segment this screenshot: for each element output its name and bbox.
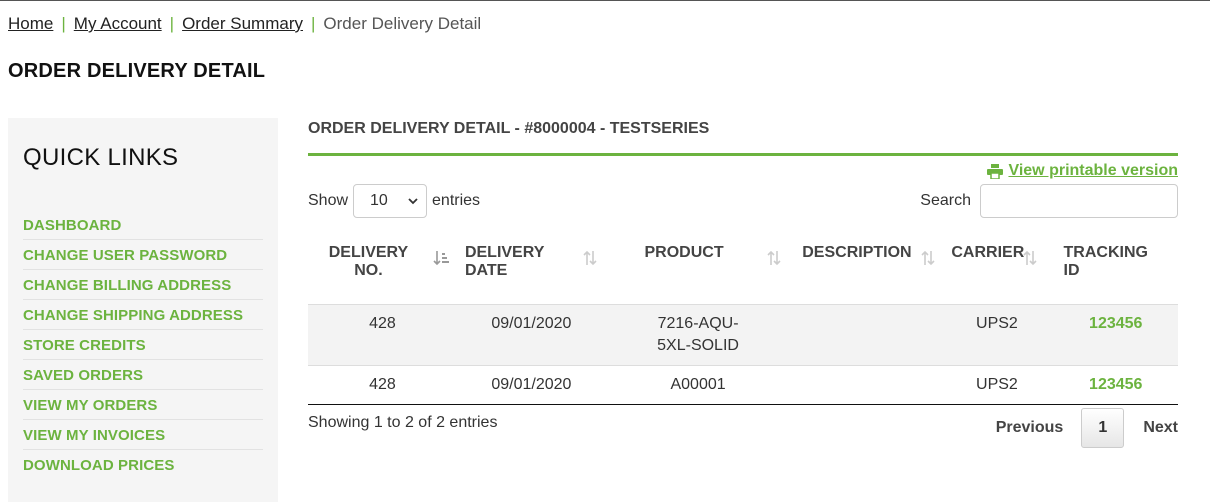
- quick-links-sidebar: QUICK LINKS DASHBOARD CHANGE USER PASSWO…: [8, 118, 278, 502]
- cell-product: 7216-AQU-5XL-SOLID: [605, 303, 791, 365]
- sidebar-item-download-prices: DOWNLOAD PRICES: [23, 450, 263, 480]
- chevron-down-icon: [408, 192, 418, 210]
- table-row: 428 09/01/2020 A00001 UPS2 123456: [308, 364, 1178, 405]
- breadcrumb-home-link[interactable]: Home: [8, 14, 53, 33]
- sort-icon: [582, 250, 598, 271]
- next-page-button[interactable]: Next: [1143, 419, 1178, 437]
- cell-delivery-date: 09/01/2020: [456, 364, 606, 405]
- search-label: Search: [920, 192, 971, 209]
- sidebar-link-download-prices[interactable]: DOWNLOAD PRICES: [23, 457, 175, 474]
- breadcrumb-separator: |: [61, 14, 66, 33]
- printable-version-label: View printable version: [1008, 162, 1178, 179]
- column-header-label: DESCRIPTION: [802, 244, 912, 261]
- top-border-line: [0, 0, 1210, 1]
- search-input[interactable]: [980, 184, 1178, 218]
- cell-description: [790, 364, 941, 405]
- delivery-table: DELIVERY NO. DELIVERY DATE PRODUCT DESCR…: [308, 236, 1178, 405]
- sidebar-item-saved-orders: SAVED ORDERS: [23, 360, 263, 390]
- breadcrumb-my-account-link[interactable]: My Account: [74, 14, 162, 33]
- breadcrumb-separator: |: [311, 14, 316, 33]
- pagination: Previous 1 Next: [996, 408, 1178, 448]
- breadcrumb: Home | My Account | Order Summary | Order Deli…: [8, 14, 481, 34]
- column-header-product[interactable]: PRODUCT: [606, 236, 790, 304]
- page-size-value: 10: [370, 192, 388, 209]
- printable-version-link[interactable]: View printable version: [987, 162, 1178, 180]
- cell-delivery-no: 428: [308, 364, 457, 405]
- sidebar-item-view-my-orders: VIEW MY ORDERS: [23, 390, 263, 420]
- column-header-label: PRODUCT: [644, 244, 724, 261]
- column-header-label: DELIVERY NO.: [328, 244, 409, 279]
- cell-description: [790, 303, 941, 365]
- table-row: 428 09/01/2020 7216-AQU-5XL-SOLID UPS2 1…: [308, 303, 1178, 365]
- breadcrumb-separator: |: [169, 14, 175, 33]
- sort-icon: [766, 250, 782, 271]
- sidebar-link-view-my-orders[interactable]: VIEW MY ORDERS: [23, 397, 157, 414]
- sort-ascending-icon: [433, 250, 449, 271]
- section-title: ORDER DELIVERY DETAIL - #8000004 - TESTS…: [308, 120, 710, 137]
- column-header-delivery-no[interactable]: DELIVERY NO.: [308, 236, 457, 304]
- column-header-description[interactable]: DESCRIPTION: [790, 236, 940, 304]
- sidebar-title: QUICK LINKS: [23, 144, 179, 171]
- sidebar-item-store-credits: STORE CREDITS: [23, 330, 263, 360]
- sort-icon: [1022, 250, 1038, 271]
- column-header-label: TRACKING ID: [1063, 244, 1148, 279]
- cell-product: A00001: [605, 364, 791, 405]
- sidebar-link-change-user-password[interactable]: CHANGE USER PASSWORD: [23, 247, 227, 264]
- previous-page-button[interactable]: Previous: [996, 419, 1064, 437]
- table-controls: Show 10 entries Search: [308, 184, 1178, 218]
- sidebar-item-view-my-invoices: VIEW MY INVOICES: [23, 420, 263, 450]
- page-size-select[interactable]: 10: [353, 184, 428, 218]
- tracking-id-link[interactable]: 123456: [1053, 364, 1178, 405]
- breadcrumb-current: Order Delivery Detail: [323, 14, 482, 33]
- column-header-delivery-date[interactable]: DELIVERY DATE: [457, 236, 606, 304]
- main-content: ORDER DELIVERY DETAIL - #8000004 - TESTS…: [308, 118, 1178, 448]
- page-size-control: Show 10 entries: [308, 184, 480, 218]
- column-header-carrier[interactable]: CARRIER: [940, 236, 1053, 304]
- sidebar-link-store-credits[interactable]: STORE CREDITS: [23, 337, 146, 354]
- page-1-button[interactable]: 1: [1081, 408, 1125, 448]
- sidebar-link-change-billing-address[interactable]: CHANGE BILLING ADDRESS: [23, 277, 231, 294]
- breadcrumb-order-summary-link[interactable]: Order Summary: [182, 14, 303, 33]
- sidebar-item-change-shipping-address: CHANGE SHIPPING ADDRESS: [23, 300, 263, 330]
- cell-delivery-no: 428: [308, 303, 457, 365]
- page-title: ORDER DELIVERY DETAIL: [8, 60, 266, 82]
- sidebar-item-change-billing-address: CHANGE BILLING ADDRESS: [23, 270, 263, 300]
- table-header-row: DELIVERY NO. DELIVERY DATE PRODUCT DESCR…: [308, 236, 1178, 304]
- sidebar-link-change-shipping-address[interactable]: CHANGE SHIPPING ADDRESS: [23, 307, 243, 324]
- show-label: Show: [308, 192, 349, 209]
- cell-delivery-date: 09/01/2020: [456, 303, 606, 365]
- table-info: Showing 1 to 2 of 2 entries: [308, 414, 498, 431]
- cell-carrier: UPS2: [940, 303, 1054, 365]
- print-icon: [987, 163, 1004, 179]
- section-divider: [308, 153, 1178, 156]
- sidebar-link-saved-orders[interactable]: SAVED ORDERS: [23, 367, 143, 384]
- sidebar-link-dashboard[interactable]: DASHBOARD: [23, 217, 121, 234]
- column-header-tracking-id[interactable]: TRACKING ID: [1054, 236, 1179, 304]
- column-header-label: CARRIER: [951, 244, 1025, 261]
- entries-label: entries: [432, 192, 481, 209]
- column-header-label: DELIVERY DATE: [464, 244, 545, 279]
- sort-icon: [920, 250, 936, 271]
- cell-carrier: UPS2: [940, 364, 1054, 405]
- tracking-id-link[interactable]: 123456: [1053, 303, 1178, 365]
- sidebar-item-dashboard: DASHBOARD: [23, 210, 263, 240]
- sidebar-item-change-user-password: CHANGE USER PASSWORD: [23, 240, 263, 270]
- search-control: Search: [920, 184, 1178, 218]
- sidebar-menu: DASHBOARD CHANGE USER PASSWORD CHANGE BI…: [23, 210, 263, 480]
- sidebar-link-view-my-invoices[interactable]: VIEW MY INVOICES: [23, 427, 165, 444]
